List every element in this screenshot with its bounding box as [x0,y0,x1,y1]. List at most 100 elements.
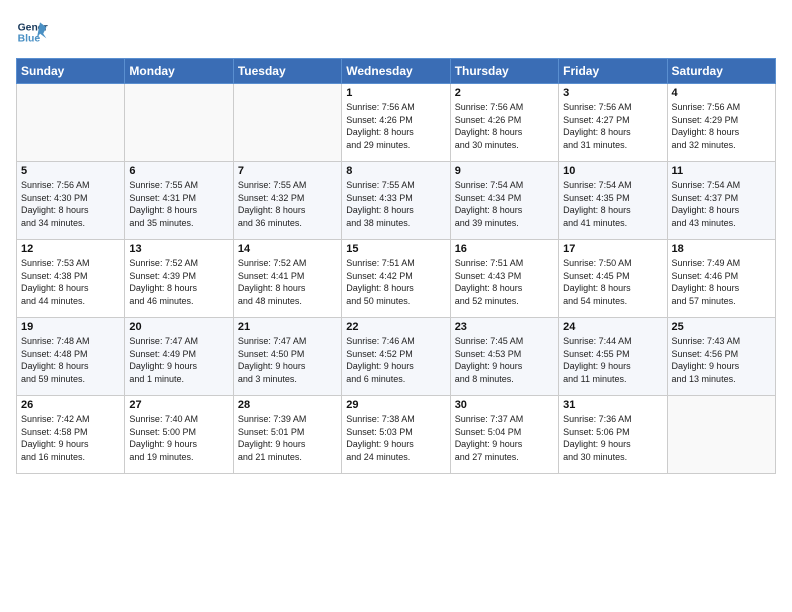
day-number: 25 [672,321,771,333]
day-number: 15 [346,243,445,255]
day-number: 10 [563,165,662,177]
day-number: 14 [238,243,337,255]
day-number: 26 [21,399,120,411]
calendar-cell [667,396,775,474]
logo-icon: General Blue [16,16,48,48]
day-info: Sunrise: 7:42 AM Sunset: 4:58 PM Dayligh… [21,413,120,463]
logo: General Blue [16,16,48,48]
svg-text:Blue: Blue [18,34,41,45]
day-info: Sunrise: 7:43 AM Sunset: 4:56 PM Dayligh… [672,335,771,385]
calendar-cell: 24 Sunrise: 7:44 AM Sunset: 4:55 PM Dayli… [559,318,667,396]
day-number: 12 [21,243,120,255]
day-info: Sunrise: 7:54 AM Sunset: 4:34 PM Dayligh… [455,179,554,229]
week-row-1: 5Sunrise: 7:56 AM Sunset: 4:30 PM Daylig… [17,162,776,240]
calendar-cell: 23 Sunrise: 7:45 AM Sunset: 4:53 PM Dayli… [450,318,558,396]
day-number: 8 [346,165,445,177]
day-number: 31 [563,399,662,411]
calendar-cell: 13 Sunrise: 7:52 AM Sunset: 4:39 PM Dayli… [125,240,233,318]
day-info: Sunrise: 7:45 AM Sunset: 4:53 PM Dayligh… [455,335,554,385]
day-number: 17 [563,243,662,255]
calendar-cell: 3 Sunrise: 7:56 AM Sunset: 4:27 PM Daylig… [559,84,667,162]
day-number: 4 [672,87,771,99]
day-info: Sunrise: 7:56 AM Sunset: 4:26 PM Dayligh… [455,101,554,151]
calendar-cell: 25 Sunrise: 7:43 AM Sunset: 4:56 PM Dayli… [667,318,775,396]
calendar-cell: 16 Sunrise: 7:51 AM Sunset: 4:43 PM Dayli… [450,240,558,318]
day-number: 9 [455,165,554,177]
day-info: Sunrise: 7:55 AM Sunset: 4:32 PM Dayligh… [238,179,337,229]
day-number: 16 [455,243,554,255]
day-number: 22 [346,321,445,333]
day-number: 1 [346,87,445,99]
day-info: Sunrise: 7:55 AM Sunset: 4:31 PM Dayligh… [129,179,228,229]
day-info: Sunrise: 7:38 AM Sunset: 5:03 PM Dayligh… [346,413,445,463]
header-sunday: Sunday [17,59,125,84]
calendar-cell: 12Sunrise: 7:53 AM Sunset: 4:38 PM Dayli… [17,240,125,318]
calendar-cell: 30 Sunrise: 7:37 AM Sunset: 5:04 PM Dayli… [450,396,558,474]
day-number: 23 [455,321,554,333]
header-friday: Friday [559,59,667,84]
day-info: Sunrise: 7:51 AM Sunset: 4:43 PM Dayligh… [455,257,554,307]
header-monday: Monday [125,59,233,84]
calendar-cell: 1 Sunrise: 7:56 AM Sunset: 4:26 PM Daylig… [342,84,450,162]
calendar-cell: 18Sunrise: 7:49 AM Sunset: 4:46 PM Dayli… [667,240,775,318]
day-number: 19 [21,321,120,333]
day-number: 28 [238,399,337,411]
day-number: 18 [672,243,771,255]
calendar-cell: 6Sunrise: 7:55 AM Sunset: 4:31 PM Daylig… [125,162,233,240]
day-info: Sunrise: 7:36 AM Sunset: 5:06 PM Dayligh… [563,413,662,463]
day-number: 21 [238,321,337,333]
calendar-cell: 14 Sunrise: 7:52 AM Sunset: 4:41 PM Dayli… [233,240,341,318]
day-info: Sunrise: 7:39 AM Sunset: 5:01 PM Dayligh… [238,413,337,463]
calendar-cell: 11Sunrise: 7:54 AM Sunset: 4:37 PM Dayli… [667,162,775,240]
day-info: Sunrise: 7:50 AM Sunset: 4:45 PM Dayligh… [563,257,662,307]
calendar-cell: 15Sunrise: 7:51 AM Sunset: 4:42 PM Dayli… [342,240,450,318]
calendar-table: SundayMondayTuesdayWednesdayThursdayFrid… [16,58,776,474]
calendar-cell: 20 Sunrise: 7:47 AM Sunset: 4:49 PM Dayli… [125,318,233,396]
day-number: 24 [563,321,662,333]
week-row-2: 12Sunrise: 7:53 AM Sunset: 4:38 PM Dayli… [17,240,776,318]
day-info: Sunrise: 7:55 AM Sunset: 4:33 PM Dayligh… [346,179,445,229]
day-info: Sunrise: 7:40 AM Sunset: 5:00 PM Dayligh… [129,413,228,463]
week-row-4: 26 Sunrise: 7:42 AM Sunset: 4:58 PM Dayli… [17,396,776,474]
calendar-cell [233,84,341,162]
calendar-cell: 21Sunrise: 7:47 AM Sunset: 4:50 PM Dayli… [233,318,341,396]
day-info: Sunrise: 7:56 AM Sunset: 4:29 PM Dayligh… [672,101,771,151]
day-info: Sunrise: 7:52 AM Sunset: 4:41 PM Dayligh… [238,257,337,307]
calendar-cell: 29 Sunrise: 7:38 AM Sunset: 5:03 PM Dayli… [342,396,450,474]
calendar-cell: 7 Sunrise: 7:55 AM Sunset: 4:32 PM Daylig… [233,162,341,240]
day-number: 3 [563,87,662,99]
header-tuesday: Tuesday [233,59,341,84]
header-area: General Blue [16,16,776,48]
day-info: Sunrise: 7:48 AM Sunset: 4:48 PM Dayligh… [21,335,120,385]
day-number: 20 [129,321,228,333]
day-number: 5 [21,165,120,177]
header-thursday: Thursday [450,59,558,84]
calendar-cell: 28 Sunrise: 7:39 AM Sunset: 5:01 PM Dayli… [233,396,341,474]
calendar-cell: 26 Sunrise: 7:42 AM Sunset: 4:58 PM Dayli… [17,396,125,474]
calendar-cell: 22 Sunrise: 7:46 AM Sunset: 4:52 PM Dayli… [342,318,450,396]
day-info: Sunrise: 7:56 AM Sunset: 4:26 PM Dayligh… [346,101,445,151]
day-info: Sunrise: 7:47 AM Sunset: 4:49 PM Dayligh… [129,335,228,385]
day-number: 30 [455,399,554,411]
calendar-cell: 27Sunrise: 7:40 AM Sunset: 5:00 PM Dayli… [125,396,233,474]
day-number: 7 [238,165,337,177]
calendar-cell: 31 Sunrise: 7:36 AM Sunset: 5:06 PM Dayli… [559,396,667,474]
day-number: 29 [346,399,445,411]
calendar-cell: 9 Sunrise: 7:54 AM Sunset: 4:34 PM Daylig… [450,162,558,240]
day-number: 13 [129,243,228,255]
day-number: 11 [672,165,771,177]
day-info: Sunrise: 7:52 AM Sunset: 4:39 PM Dayligh… [129,257,228,307]
calendar-cell: 5Sunrise: 7:56 AM Sunset: 4:30 PM Daylig… [17,162,125,240]
calendar-cell [125,84,233,162]
calendar-cell: 4 Sunrise: 7:56 AM Sunset: 4:29 PM Daylig… [667,84,775,162]
week-row-0: 1 Sunrise: 7:56 AM Sunset: 4:26 PM Daylig… [17,84,776,162]
calendar-cell: 8 Sunrise: 7:55 AM Sunset: 4:33 PM Daylig… [342,162,450,240]
day-number: 2 [455,87,554,99]
day-info: Sunrise: 7:37 AM Sunset: 5:04 PM Dayligh… [455,413,554,463]
calendar-cell [17,84,125,162]
calendar-header-row: SundayMondayTuesdayWednesdayThursdayFrid… [17,59,776,84]
header-wednesday: Wednesday [342,59,450,84]
day-info: Sunrise: 7:56 AM Sunset: 4:27 PM Dayligh… [563,101,662,151]
day-info: Sunrise: 7:44 AM Sunset: 4:55 PM Dayligh… [563,335,662,385]
day-info: Sunrise: 7:46 AM Sunset: 4:52 PM Dayligh… [346,335,445,385]
